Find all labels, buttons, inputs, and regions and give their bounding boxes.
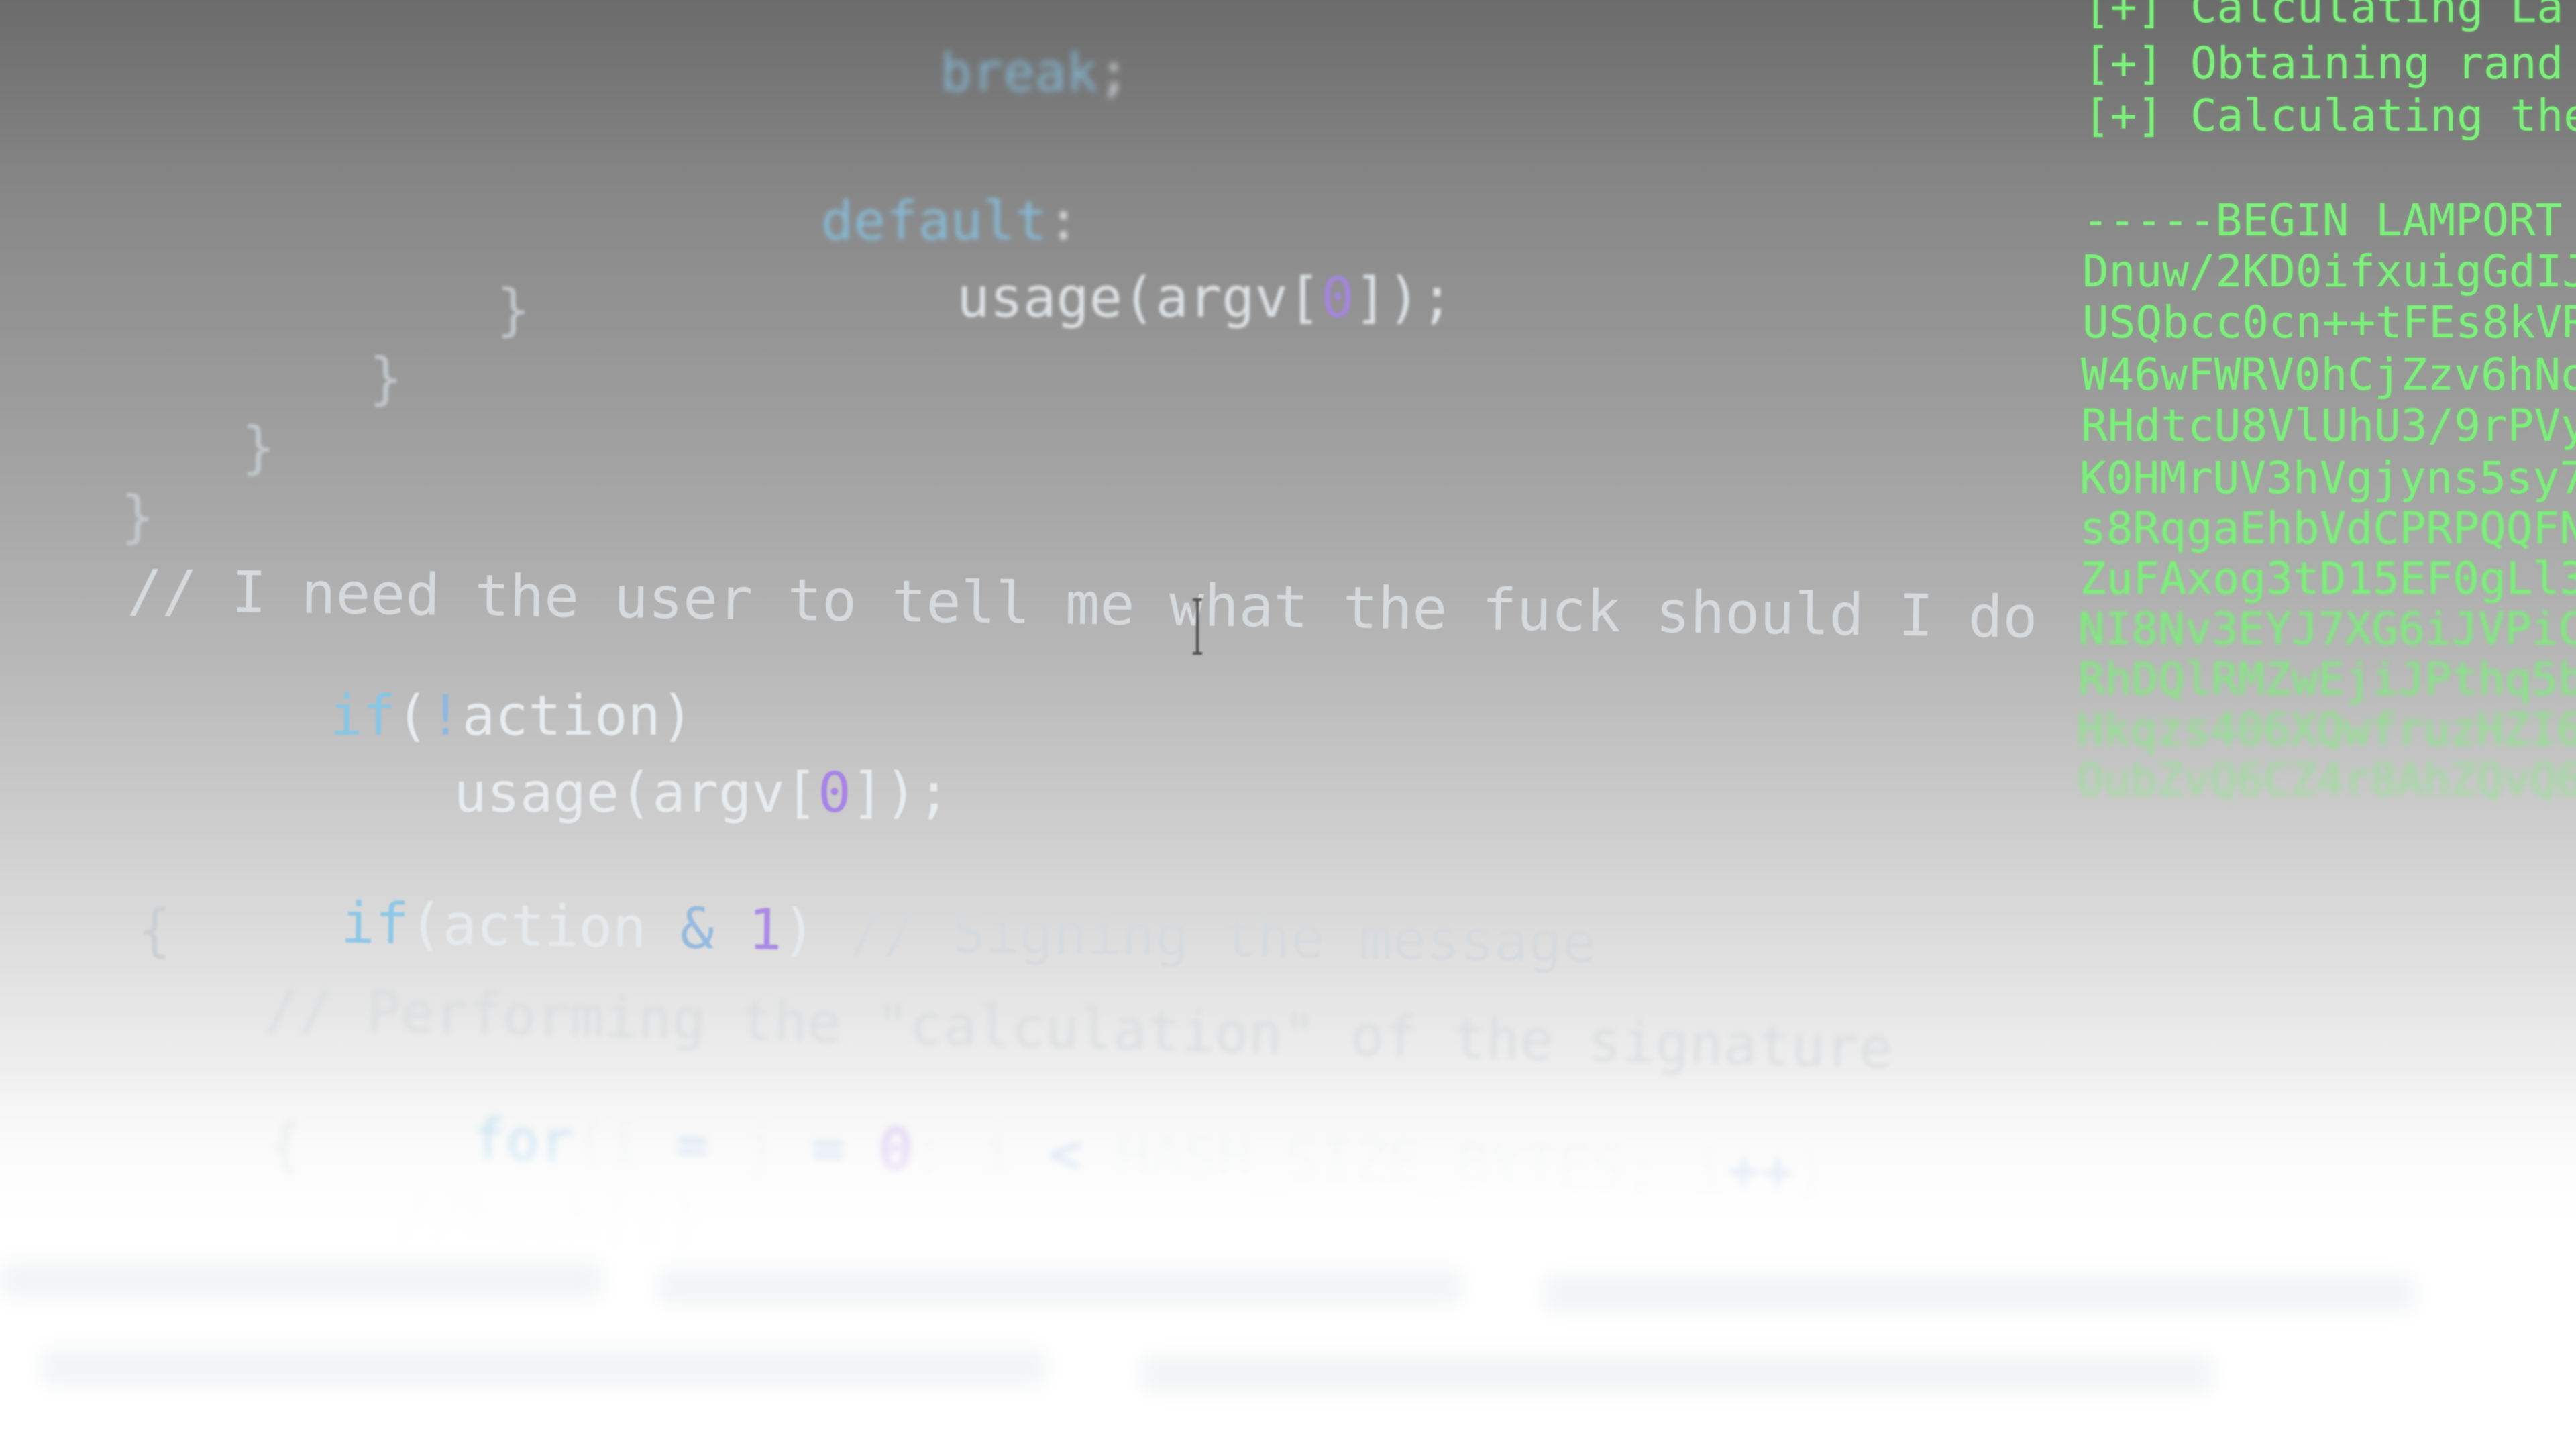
terminal-line: K0HMrUV3hVgjyns5sy7 bbox=[2080, 452, 2576, 504]
terminal-line: NI8Nv3EYJ7XG6iJVPiC bbox=[2078, 603, 2576, 655]
terminal-line: [+] Obtaining rand bbox=[2084, 38, 2564, 89]
terminal-line: Dnuw/2KD0ifxuigGdIJ bbox=[2082, 246, 2576, 297]
keyword-for: for bbox=[471, 1106, 575, 1175]
terminal-line: W46wFWRV0hCjZzv6hNo bbox=[2081, 349, 2576, 400]
terminal-line: -----BEGIN LAMPORT bbox=[2082, 195, 2563, 246]
terminal-line: ZuFAxog3tD15EF0gLl3 bbox=[2080, 553, 2576, 604]
keyword-break: break bbox=[940, 43, 1098, 103]
text-cursor-ibeam-icon bbox=[1193, 596, 1202, 657]
terminal-line: RHdtcU8VlUhU3/9rPVy bbox=[2081, 400, 2576, 451]
code-line-open-brace-inner: { bbox=[268, 1112, 303, 1178]
code-line-brace: } bbox=[369, 345, 403, 411]
terminal-line: [+] Calculating La bbox=[2084, 0, 2564, 33]
blurred-background-rows bbox=[0, 1248, 2576, 1449]
terminal-line: OubZvQ6CZ4r8AhZQvQ6 bbox=[2077, 754, 2576, 806]
terminal-line: [+] Calculating the bbox=[2084, 90, 2576, 142]
code-line-brace: } bbox=[496, 277, 531, 343]
code-line-brace: } bbox=[121, 484, 155, 549]
code-line-usage-inner: usage(argv[0]); bbox=[957, 266, 1454, 330]
code-line-open-brace: { bbox=[138, 898, 172, 963]
code-line-brace: } bbox=[241, 415, 276, 480]
terminal-line: Hkqzs406XQwfruzHZI6 bbox=[2077, 704, 2576, 755]
code-comment-hash: //hash[i] bbox=[394, 1186, 702, 1260]
terminal-line: USQbcc0cn++tFEs8kVR bbox=[2082, 297, 2576, 348]
keyword-if: if bbox=[340, 890, 410, 957]
code-line-break: break; bbox=[940, 43, 1130, 103]
terminal-output[interactable]: [+] Calculating La [+] Obtaining rand [+… bbox=[2059, 0, 2576, 845]
terminal-line: RhDQlRMZwEjiJPthq5b bbox=[2078, 653, 2576, 705]
code-editor[interactable]: break; default: usage(argv[0]); } } } } … bbox=[0, 0, 2066, 1449]
terminal-line: s8RqgaEhbVdCPRPQQFN bbox=[2080, 502, 2576, 554]
screen-photo: break; default: usage(argv[0]); } } } } … bbox=[0, 0, 2576, 1449]
